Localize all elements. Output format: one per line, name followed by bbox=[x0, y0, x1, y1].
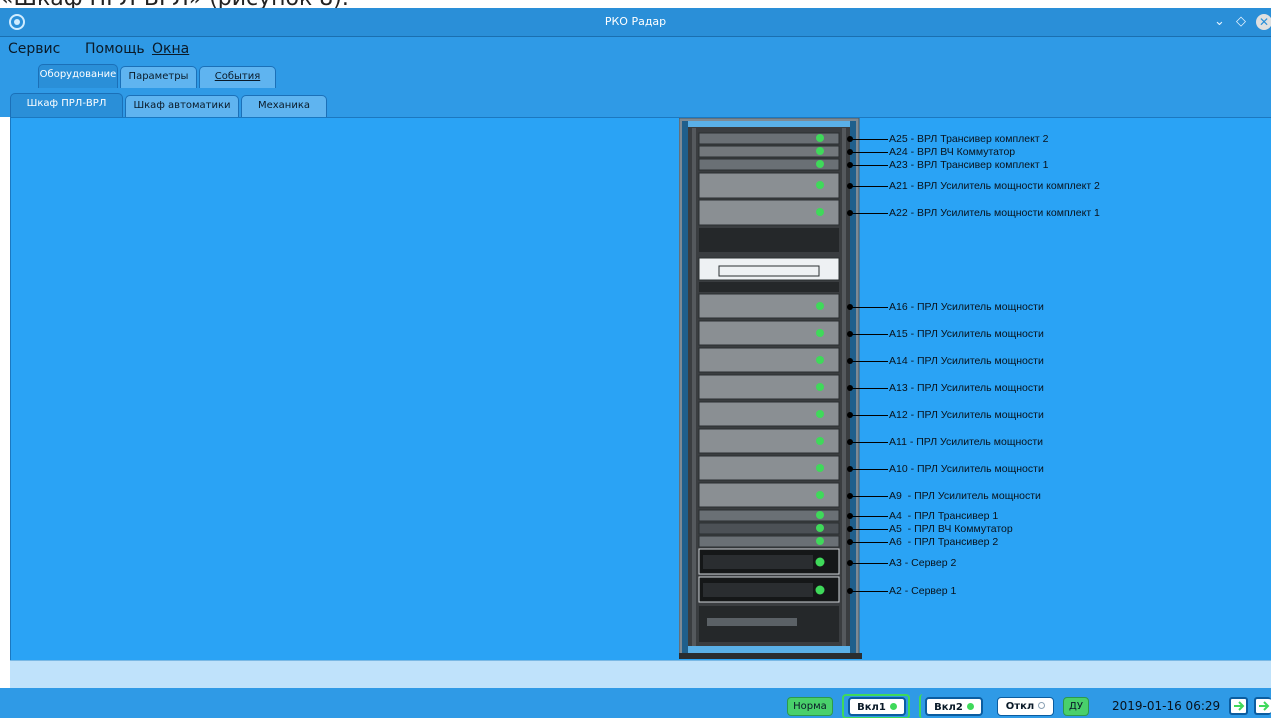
tab-equipment[interactable]: Оборудование bbox=[38, 64, 118, 88]
label-a5: A5 - ПРЛ ВЧ Коммутатор bbox=[889, 523, 1013, 535]
maximize-icon[interactable]: ◇ bbox=[1236, 14, 1246, 30]
off-label: Откл bbox=[1005, 701, 1035, 712]
tab-cabinet-prl-vrl[interactable]: Шкаф ПРЛ-ВРЛ bbox=[10, 93, 123, 117]
callout-a22 bbox=[847, 210, 888, 216]
patch-panel bbox=[698, 257, 840, 281]
callout-a21 bbox=[847, 183, 888, 189]
callout-a9 bbox=[847, 493, 888, 499]
callout-a4 bbox=[847, 513, 888, 519]
exit-icon[interactable] bbox=[1254, 697, 1271, 715]
equipment-panel: A25 - ВРЛ Трансивер комплект 2 A24 - ВРЛ… bbox=[10, 117, 1271, 660]
callout-a10 bbox=[847, 466, 888, 472]
label-a13: A13 - ПРЛ Усилитель мощности bbox=[889, 382, 1044, 394]
on2-button[interactable]: Вкл2 bbox=[925, 697, 983, 716]
status-bar: Норма Вкл1 Вкл2 Откл ДУ 2019-01-16 06:29 bbox=[0, 688, 1271, 718]
callout-a12 bbox=[847, 412, 888, 418]
callout-a15 bbox=[847, 331, 888, 337]
callout-a16 bbox=[847, 304, 888, 310]
label-a6: A6 - ПРЛ Трансивер 2 bbox=[889, 536, 999, 548]
sub-tab-bar: Шкаф ПРЛ-ВРЛ Шкаф автоматики Механика bbox=[0, 89, 1271, 117]
label-a23: A23 - ВРЛ Трансивер комплект 1 bbox=[889, 159, 1049, 171]
off-button[interactable]: Откл bbox=[997, 697, 1054, 716]
label-a21: A21 - ВРЛ Усилитель мощности комплект 2 bbox=[889, 180, 1100, 192]
tab-cabinet-automation[interactable]: Шкаф автоматики bbox=[125, 95, 239, 117]
on1-button[interactable]: Вкл1 bbox=[848, 697, 906, 716]
callout-a13 bbox=[847, 385, 888, 391]
remote-control-button[interactable]: ДУ bbox=[1063, 697, 1089, 716]
on1-label: Вкл1 bbox=[857, 702, 886, 713]
callout-a25 bbox=[847, 136, 888, 142]
menu-bar: Сервис Помощь Окна bbox=[0, 37, 1271, 61]
label-a3: A3 - Сервер 2 bbox=[889, 557, 957, 569]
callout-a6 bbox=[847, 539, 888, 545]
top-tab-bar: Оборудование Параметры События bbox=[0, 61, 1271, 89]
callout-a11 bbox=[847, 439, 888, 445]
close-icon[interactable]: ✕ bbox=[1256, 14, 1271, 30]
label-a16: A16 - ПРЛ Усилитель мощности bbox=[889, 301, 1044, 313]
label-a12: A12 - ПРЛ Усилитель мощности bbox=[889, 409, 1044, 421]
tab-events[interactable]: События bbox=[199, 66, 276, 88]
label-a4: A4 - ПРЛ Трансивер 1 bbox=[889, 510, 999, 522]
label-a10: A10 - ПРЛ Усилитель мощности bbox=[889, 463, 1044, 475]
on2-label: Вкл2 bbox=[934, 702, 963, 713]
callout-a2 bbox=[847, 588, 888, 594]
label-a24: A24 - ВРЛ ВЧ Коммутатор bbox=[889, 146, 1016, 158]
off-led-icon bbox=[1038, 702, 1046, 709]
callout-a5 bbox=[847, 526, 888, 532]
on2-led-icon bbox=[966, 703, 974, 710]
window-title: РКО Радар bbox=[604, 15, 667, 28]
callout-a24 bbox=[847, 149, 888, 155]
forward-icon[interactable] bbox=[1229, 697, 1248, 715]
label-a2: A2 - Сервер 1 bbox=[889, 585, 957, 597]
tab-parameters[interactable]: Параметры bbox=[120, 66, 197, 88]
label-a25: A25 - ВРЛ Трансивер комплект 2 bbox=[889, 133, 1049, 145]
callout-a23 bbox=[847, 162, 888, 168]
minimize-icon[interactable]: ⌄ bbox=[1214, 14, 1225, 30]
tab-mechanics[interactable]: Механика bbox=[241, 95, 327, 117]
label-a11: A11 - ПРЛ Усилитель мощности bbox=[889, 436, 1044, 448]
menu-help[interactable]: Помощь bbox=[85, 41, 145, 57]
window-titlebar: РКО Радар ⌄ ◇ ✕ bbox=[0, 8, 1271, 37]
label-a14: A14 - ПРЛ Усилитель мощности bbox=[889, 355, 1044, 367]
callout-a14 bbox=[847, 358, 888, 364]
label-a9: A9 - ПРЛ Усилитель мощности bbox=[889, 490, 1041, 502]
label-a22: A22 - ВРЛ Усилитель мощности комплект 1 bbox=[889, 207, 1100, 219]
message-strip bbox=[10, 660, 1271, 688]
label-a15: A15 - ПРЛ Усилитель мощности bbox=[889, 328, 1044, 340]
status-norm-button[interactable]: Норма bbox=[787, 697, 833, 716]
status-datetime: 2019-01-16 06:29 bbox=[1112, 699, 1221, 713]
rack-cabinet-diagram bbox=[679, 118, 862, 659]
menu-service[interactable]: Сервис bbox=[8, 41, 60, 57]
callout-a3 bbox=[847, 560, 888, 566]
document-caption-fragment: «Шкаф ПРЛ-ВРЛ» (рисунок 8). bbox=[0, 0, 349, 11]
menu-windows[interactable]: Окна bbox=[152, 41, 189, 57]
on1-led-icon bbox=[889, 703, 897, 710]
